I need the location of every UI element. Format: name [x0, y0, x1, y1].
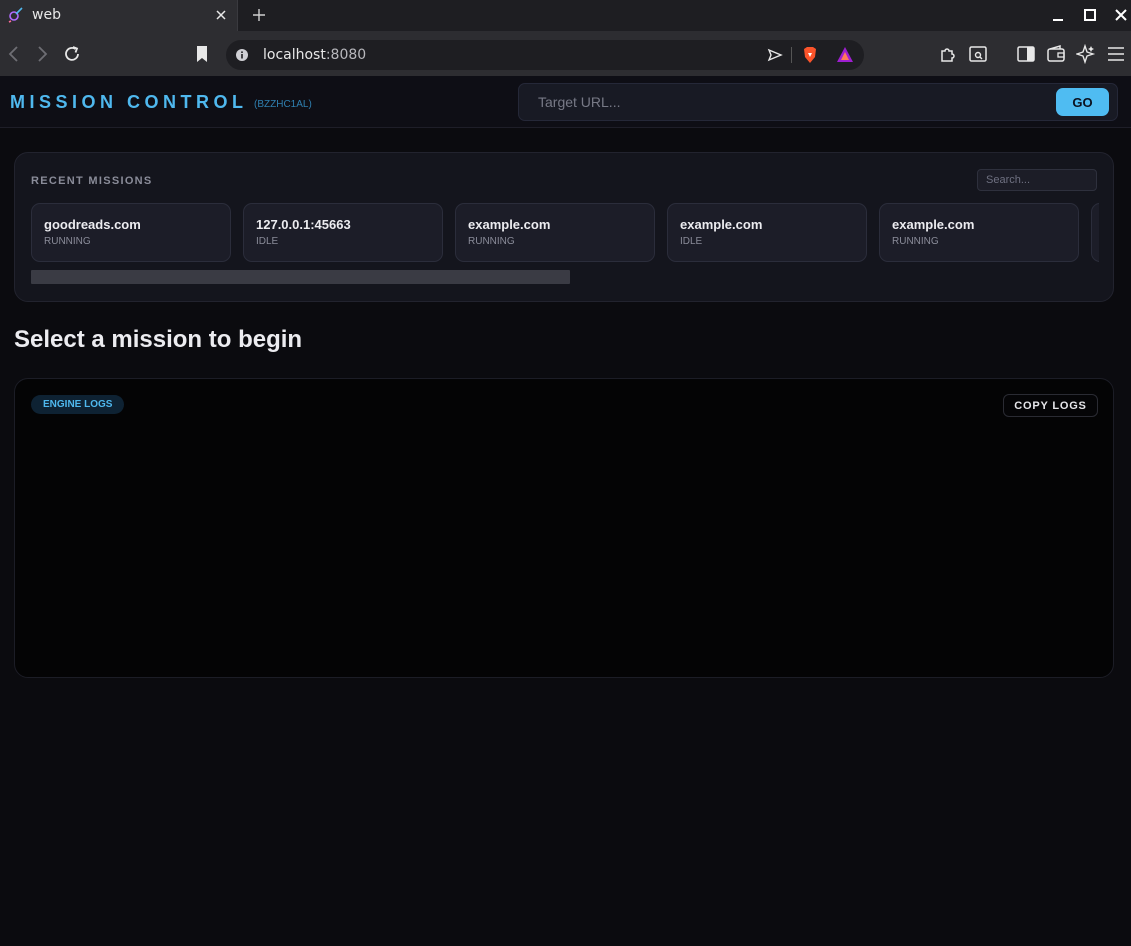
send-icon[interactable] — [765, 45, 785, 65]
mission-card-partial[interactable] — [1091, 203, 1099, 262]
mission-status: IDLE — [256, 236, 279, 247]
url-port: :8080 — [325, 47, 367, 63]
app-favicon-icon — [8, 7, 23, 23]
target-url-input[interactable] — [520, 85, 1050, 119]
mission-name: example.com — [468, 217, 551, 232]
recent-missions-title: RECENT MISSIONS — [31, 175, 153, 187]
mission-name: goodreads.com — [44, 217, 141, 232]
browser-toolbar: localhost:8080 — [0, 31, 1131, 76]
go-button[interactable]: GO — [1056, 88, 1109, 116]
mission-card[interactable]: example.com IDLE — [667, 203, 867, 262]
leo-ai-icon[interactable] — [1076, 44, 1096, 64]
tab-title: web — [32, 7, 61, 23]
browser-tab[interactable]: web — [0, 0, 238, 31]
close-tab-icon[interactable] — [214, 8, 228, 22]
sidebar-toggle-icon[interactable] — [1016, 44, 1036, 64]
url-host: localhost — [263, 47, 326, 63]
page-title: Select a mission to begin — [14, 326, 303, 353]
bookmark-icon[interactable] — [192, 44, 212, 64]
brave-rewards-icon[interactable] — [835, 45, 855, 65]
engine-logs-panel: ENGINE LOGS COPY LOGS — [14, 378, 1114, 678]
wallet-icon[interactable] — [1046, 44, 1066, 64]
mission-status: RUNNING — [892, 236, 939, 247]
engine-logs-badge: ENGINE LOGS — [31, 395, 125, 414]
url-text[interactable]: localhost:8080 — [263, 47, 366, 63]
missions-scrollbar[interactable] — [31, 270, 570, 284]
mission-card[interactable]: example.com RUNNING — [455, 203, 655, 262]
minimize-window-icon[interactable] — [1051, 8, 1065, 22]
mission-name: example.com — [680, 217, 763, 232]
mission-name: 127.0.0.1:45663 — [256, 217, 351, 232]
app-header: MISSION CONTROL (BZZHC1AL) GO — [0, 76, 1131, 128]
mission-status: IDLE — [680, 236, 703, 247]
back-icon[interactable] — [4, 44, 24, 64]
mission-name: example.com — [892, 217, 975, 232]
maximize-window-icon[interactable] — [1083, 8, 1097, 22]
mission-card[interactable]: 127.0.0.1:45663 IDLE — [243, 203, 443, 262]
site-info-icon[interactable] — [235, 48, 249, 62]
brave-shields-icon[interactable] — [800, 45, 820, 65]
address-bar[interactable]: localhost:8080 — [226, 40, 864, 70]
forward-icon[interactable] — [32, 44, 52, 64]
mission-status: RUNNING — [468, 236, 515, 247]
reader-search-icon[interactable] — [968, 44, 988, 64]
new-tab-icon[interactable] — [251, 7, 267, 23]
address-bar-divider — [791, 47, 792, 63]
menu-icon[interactable] — [1106, 44, 1126, 64]
mission-status: RUNNING — [44, 236, 91, 247]
mission-cards: goodreads.com RUNNING 127.0.0.1:45663 ID… — [31, 203, 1099, 263]
app-brand: MISSION CONTROL — [10, 92, 248, 112]
reload-icon[interactable] — [62, 44, 82, 64]
extensions-icon[interactable] — [938, 44, 958, 64]
copy-logs-button[interactable]: COPY LOGS — [1003, 394, 1098, 417]
mission-card[interactable]: goodreads.com RUNNING — [31, 203, 231, 262]
mission-card[interactable]: example.com RUNNING — [879, 203, 1079, 262]
session-id: (BZZHC1AL) — [254, 99, 312, 110]
close-window-icon[interactable] — [1114, 8, 1128, 22]
missions-search-input[interactable] — [977, 169, 1097, 191]
target-url-form: GO — [518, 83, 1118, 121]
recent-missions-panel: RECENT MISSIONS goodreads.com RUNNING 12… — [14, 152, 1114, 302]
browser-tabstrip: web — [0, 0, 1131, 31]
